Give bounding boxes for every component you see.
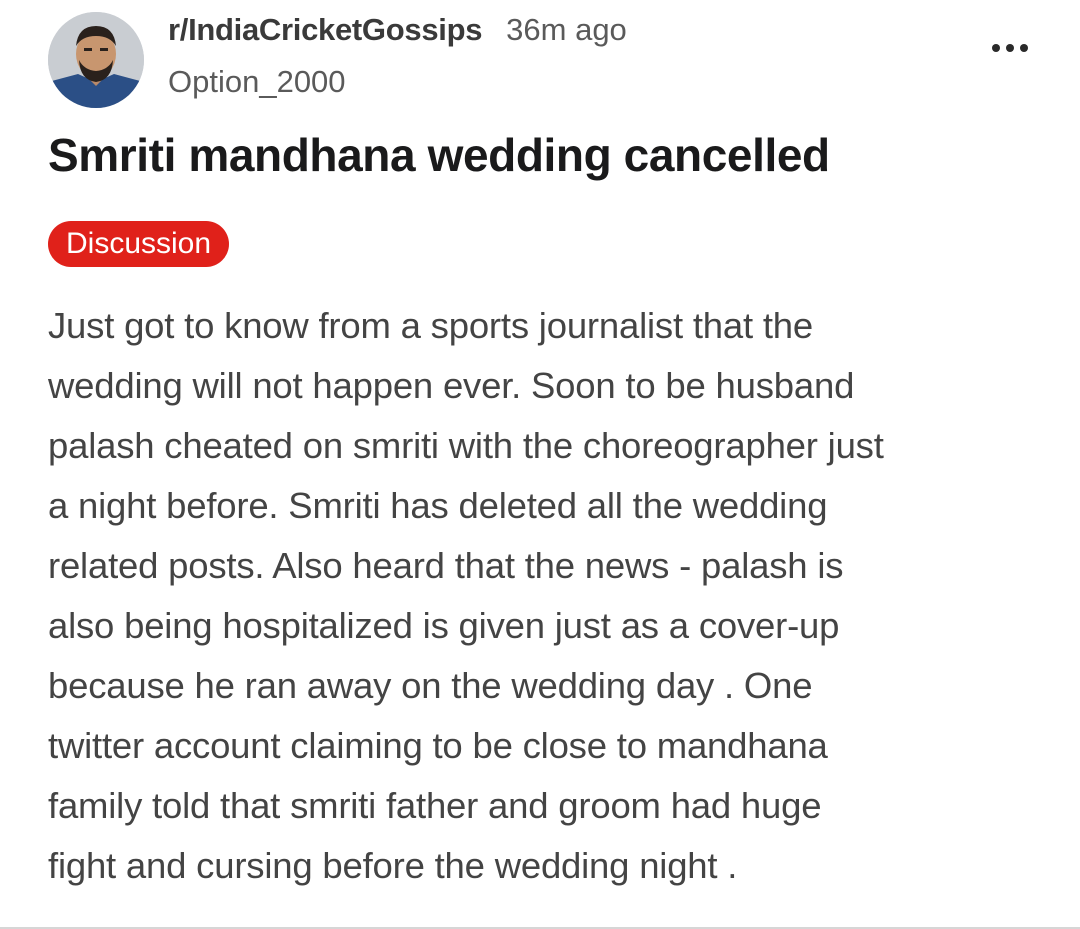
subreddit-link[interactable]: r/IndiaCricketGossips <box>168 14 482 45</box>
post-body-line: fight and cursing before the wedding nig… <box>48 845 738 886</box>
post-body-line: twitter account claiming to be close to … <box>48 725 828 766</box>
post-body: Just got to know from a sports journalis… <box>48 296 1048 896</box>
post-body-line: wedding will not happen ever. Soon to be… <box>48 365 855 406</box>
post-body-line: a night before. Smriti has deleted all t… <box>48 485 828 526</box>
post-timestamp: 36m ago <box>506 12 627 47</box>
reddit-post: r/IndiaCricketGossips 36m ago Option_200… <box>0 0 1080 929</box>
post-body-line: family told that smriti father and groom… <box>48 785 822 826</box>
ellipsis-dot-icon <box>1006 44 1014 52</box>
ellipsis-dot-icon <box>992 44 1000 52</box>
flair-badge[interactable]: Discussion <box>48 221 230 267</box>
post-body-line: palash cheated on smriti with the choreo… <box>48 425 884 466</box>
avatar[interactable] <box>48 12 144 108</box>
post-body-line: also being hospitalized is given just as… <box>48 605 840 646</box>
post-body-line: Just got to know from a sports journalis… <box>48 305 813 346</box>
author-username[interactable]: Option_2000 <box>168 66 627 97</box>
post-body-line: related posts. Also heard that the news … <box>48 545 844 586</box>
more-options-button[interactable] <box>992 44 1028 52</box>
post-title[interactable]: Smriti mandhana wedding cancelled <box>48 128 830 182</box>
user-avatar-icon <box>48 12 144 108</box>
post-meta: r/IndiaCricketGossips 36m ago Option_200… <box>168 14 627 97</box>
post-meta-row: r/IndiaCricketGossips 36m ago <box>168 14 627 60</box>
post-body-line: because he ran away on the wedding day .… <box>48 665 813 706</box>
ellipsis-dot-icon <box>1020 44 1028 52</box>
